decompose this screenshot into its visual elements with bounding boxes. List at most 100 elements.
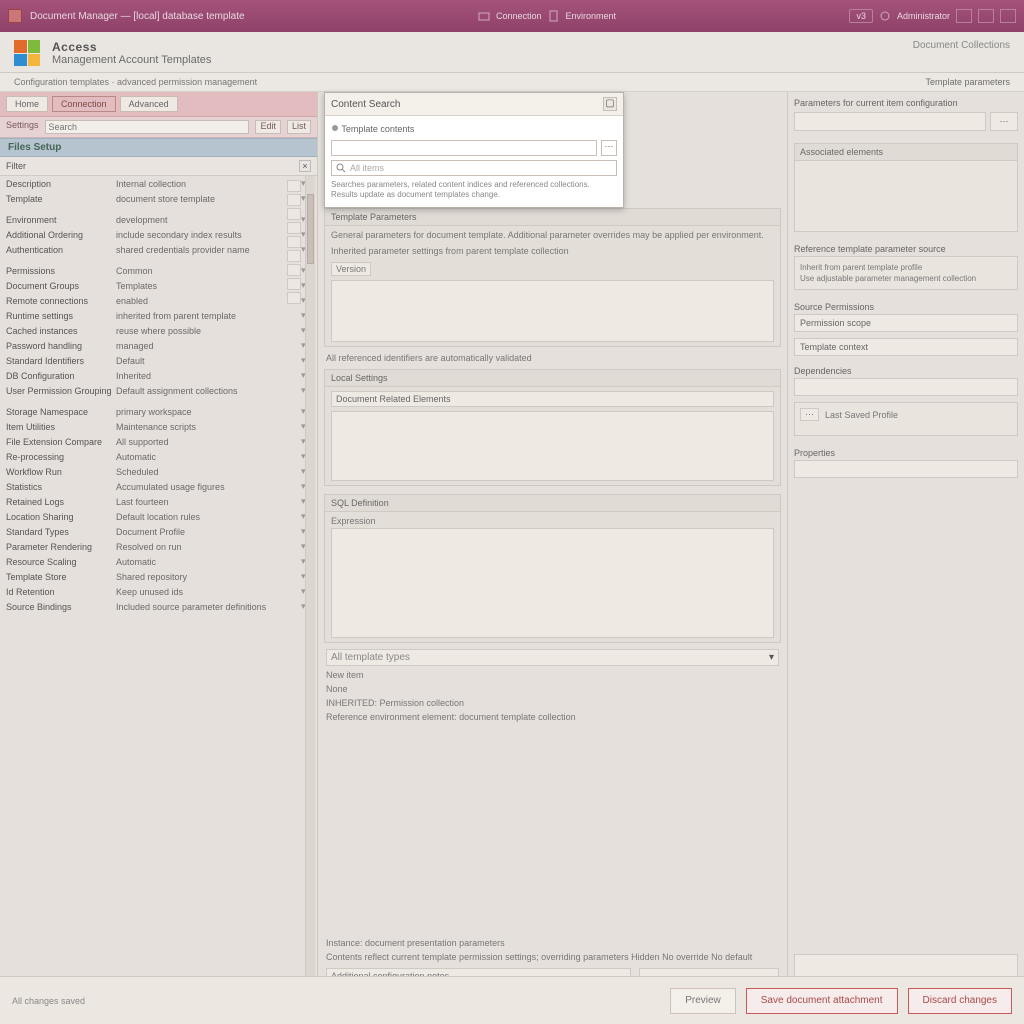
gutter-icon[interactable] [287,250,301,262]
property-row[interactable]: Storage Namespaceprimary workspace▾ [0,404,317,419]
property-row[interactable]: DescriptionInternal collection▾ [0,176,317,191]
property-row[interactable]: StatisticsAccumulated usage figures▾ [0,479,317,494]
minimize-button[interactable] [956,9,972,23]
right-topfield-btn[interactable]: ⋯ [990,112,1018,131]
property-value: inherited from parent template [116,311,301,321]
save-button[interactable]: Save document attachment [746,988,898,1014]
property-row[interactable]: Parameter RenderingResolved on run▾ [0,539,317,554]
property-row[interactable]: Source BindingsIncluded source parameter… [0,599,317,614]
header-group-label: Document Collections [913,40,1010,51]
gutter-icon[interactable] [287,194,301,206]
preview-button[interactable]: Preview [670,988,736,1014]
center-footnote1: Instance: document presentation paramete… [318,936,787,950]
property-row[interactable]: Password handlingmanaged▾ [0,338,317,353]
property-row[interactable]: DB ConfigurationInherited▾ [0,368,317,383]
gutter-icon[interactable] [287,292,301,304]
section1-textarea[interactable] [331,280,774,342]
chevron-down-icon: ▾ [769,652,774,663]
property-row[interactable]: PermissionsCommon▾ [0,263,317,278]
property-key: Parameter Rendering [6,542,116,552]
user-label[interactable]: Administrator [897,11,950,21]
property-value: All supported [116,437,301,447]
close-button[interactable] [1000,9,1016,23]
tab-advanced[interactable]: Advanced [120,96,178,112]
refresh-icon[interactable] [879,10,891,22]
gutter-icon[interactable] [287,236,301,248]
dialog-aux-button[interactable]: ⋯ [601,140,617,156]
property-key: Storage Namespace [6,407,116,417]
property-row[interactable]: User Permission GroupingDefault assignme… [0,383,317,398]
property-row[interactable]: Id RetentionKeep unused ids▾ [0,584,317,599]
dialog-search-row[interactable]: All items [331,160,617,176]
property-row[interactable]: Resource ScalingAutomatic▾ [0,554,317,569]
property-value: Last fourteen [116,497,301,507]
below-line-0: New item [318,668,787,682]
titlebar-menu-1[interactable]: Connection [496,11,542,21]
left-section-header[interactable]: Files Setup [0,138,317,157]
property-row[interactable]: Retained LogsLast fourteen▾ [0,494,317,509]
right-topfield[interactable] [794,112,986,131]
right-field7[interactable] [794,460,1018,478]
below-line-2: INHERITED: Permission collection [318,696,787,710]
property-row[interactable]: Standard TypesDocument Profile▾ [0,524,317,539]
property-row[interactable]: Authenticationshared credentials provide… [0,242,317,257]
section1-version-chip[interactable]: Version [331,262,371,276]
property-row[interactable]: Cached instancesreuse where possible▾ [0,323,317,338]
local-settings-field[interactable] [331,391,774,407]
right-field3[interactable]: Permission scope [794,314,1018,332]
property-key: Remote connections [6,296,116,306]
property-value: document store template [116,194,301,204]
filter-clear-icon[interactable]: × [299,160,311,172]
scrollbar-thumb[interactable] [307,194,314,264]
property-value: shared credentials provider name [116,245,301,255]
sql-expression-textarea[interactable] [331,528,774,638]
gutter-icon[interactable] [287,180,301,192]
property-row[interactable]: Re-processingAutomatic▾ [0,449,317,464]
property-key: Template [6,194,116,204]
subbar-search-input[interactable] [45,120,250,134]
right-box-deps[interactable]: ⋯ Last Saved Profile [794,402,1018,436]
gutter-icon[interactable] [287,222,301,234]
discard-button[interactable]: Discard changes [908,988,1012,1014]
breadcrumb-text: Configuration templates · advanced permi… [14,77,257,87]
property-list-scrollbar[interactable] [305,176,315,992]
filter-label: Filter [6,161,26,171]
property-row[interactable]: Workflow RunScheduled▾ [0,464,317,479]
subbar-chip-list[interactable]: List [287,120,311,134]
maximize-button[interactable] [978,9,994,23]
dialog-aux-input[interactable] [331,140,597,156]
right-box-associated: Associated elements [794,143,1018,232]
dialog-sub: Template contents [341,124,414,134]
tab-home[interactable]: Home [6,96,48,112]
property-value: Document Profile [116,527,301,537]
property-row[interactable]: File Extension CompareAll supported▾ [0,434,317,449]
gutter-icon[interactable] [287,264,301,276]
property-row[interactable]: Template StoreShared repository▾ [0,569,317,584]
property-row[interactable]: Document GroupsTemplates▾ [0,278,317,293]
right-deps-chip[interactable]: ⋯ [800,408,819,421]
gutter-icon[interactable] [287,278,301,290]
property-row[interactable]: Item UtilitiesMaintenance scripts▾ [0,419,317,434]
property-row[interactable]: Environmentdevelopment▾ [0,212,317,227]
property-row[interactable]: Runtime settingsinherited from parent te… [0,308,317,323]
right-box-associated-body[interactable] [795,161,1017,231]
titlebar-menu-2[interactable]: Environment [566,11,617,21]
search-dialog: Content Search ▢ Template contents ⋯ All… [324,92,624,208]
subbar-chip-edit[interactable]: Edit [255,120,281,134]
right-lbl7: Properties [794,448,1018,458]
property-row[interactable]: Templatedocument store template▾ [0,191,317,206]
dialog-close-icon[interactable]: ▢ [603,97,617,111]
property-row[interactable]: Remote connectionsenabled▾ [0,293,317,308]
local-settings-textarea[interactable] [331,411,774,481]
center-type-combo[interactable]: All template types ▾ [326,649,779,666]
right-field4[interactable]: Template context [794,338,1018,356]
right-field5[interactable] [794,378,1018,396]
breadcrumb-link[interactable]: Template parameters [925,77,1010,87]
property-row[interactable]: Additional Orderinginclude secondary ind… [0,227,317,242]
property-key: File Extension Compare [6,437,116,447]
property-row[interactable]: Location SharingDefault location rules▾ [0,509,317,524]
tab-connection[interactable]: Connection [52,96,116,112]
gutter-icon[interactable] [287,208,301,220]
property-row[interactable]: Standard IdentifiersDefault▾ [0,353,317,368]
property-value: Shared repository [116,572,301,582]
